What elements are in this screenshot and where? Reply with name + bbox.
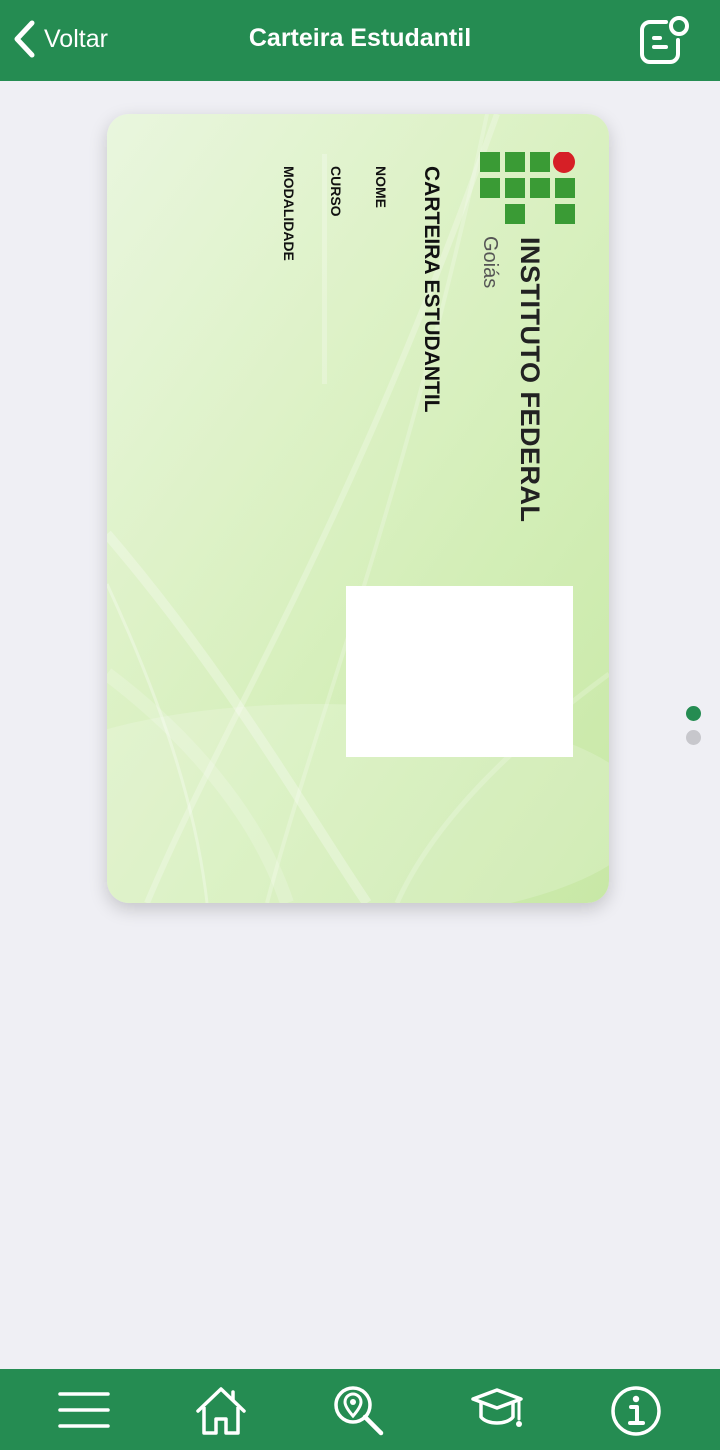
pager-dot-active[interactable] xyxy=(686,706,701,721)
nav-location-button[interactable] xyxy=(331,1383,387,1439)
nav-menu-button[interactable] xyxy=(56,1383,112,1439)
graduation-cap-icon xyxy=(471,1388,523,1427)
field-label-nome: NOME xyxy=(373,166,389,208)
menu-icon xyxy=(58,1392,110,1428)
nav-education-button[interactable] xyxy=(469,1383,525,1439)
card-title: CARTEIRA ESTUDANTIL xyxy=(420,166,443,413)
share-note-button[interactable] xyxy=(636,12,692,68)
page-title: Carteira Estudantil xyxy=(248,24,472,52)
share-note-icon xyxy=(640,16,689,64)
nav-info-button[interactable] xyxy=(608,1383,664,1439)
student-card[interactable]: INSTITUTO FEDERAL Goiás CARTEIRA ESTUDAN… xyxy=(107,114,609,903)
pager-dot[interactable] xyxy=(686,730,701,745)
app-header: Voltar Carteira Estudantil xyxy=(0,0,720,81)
home-icon xyxy=(196,1387,246,1435)
student-photo xyxy=(346,586,573,757)
if-logo-icon xyxy=(480,152,575,224)
card-pager xyxy=(686,706,701,754)
logo-region: Goiás xyxy=(479,236,501,289)
info-icon xyxy=(611,1386,661,1436)
location-search-icon xyxy=(334,1386,384,1436)
logo-institution-name: INSTITUTO FEDERAL xyxy=(515,237,545,523)
nav-home-button[interactable] xyxy=(193,1383,249,1439)
field-label-curso: CURSO xyxy=(328,166,344,217)
bottom-nav xyxy=(0,1369,720,1450)
field-label-modalidade: MODALIDADE xyxy=(281,166,297,261)
